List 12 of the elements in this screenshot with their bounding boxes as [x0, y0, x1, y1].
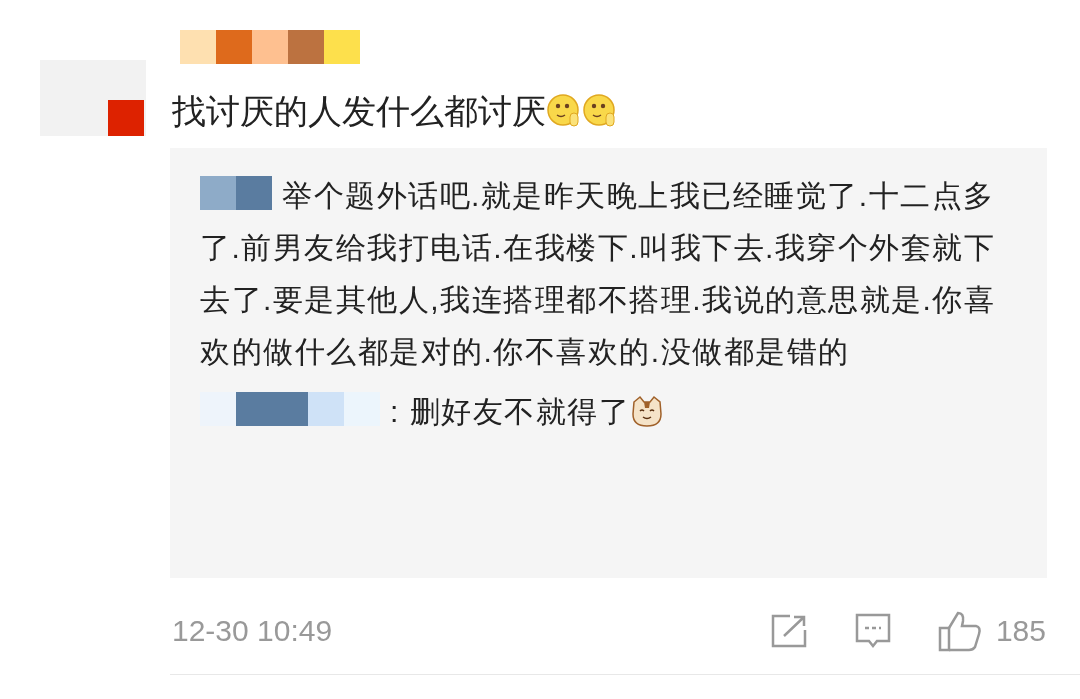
share-icon[interactable]	[769, 613, 808, 648]
comment-text: 找讨厌的人发什么都讨厌	[172, 89, 618, 133]
shy-emoji-icon	[546, 93, 582, 129]
cat-emoji-icon	[630, 394, 665, 428]
like-icon[interactable]	[937, 609, 982, 652]
shy-emoji-icon	[582, 93, 618, 129]
reply-text: : 删好友不就得了	[200, 386, 665, 438]
timestamp: 12-30 10:49	[172, 613, 333, 649]
reply-text: 举个题外话吧.就是昨天晚上我已经睡觉了.十二点多了.前男友给我打电话.在我楼下.叫我下去.我穿个外套就下去了.要是其他人,我连搭理都不搭理.我说的意思就是.你喜欢的做什么都是对的.你不喜欢的.没做都是错的	[200, 170, 1017, 378]
comment-icon[interactable]	[853, 612, 892, 649]
like-count: 185	[995, 613, 1046, 649]
redacted-username	[200, 176, 272, 210]
